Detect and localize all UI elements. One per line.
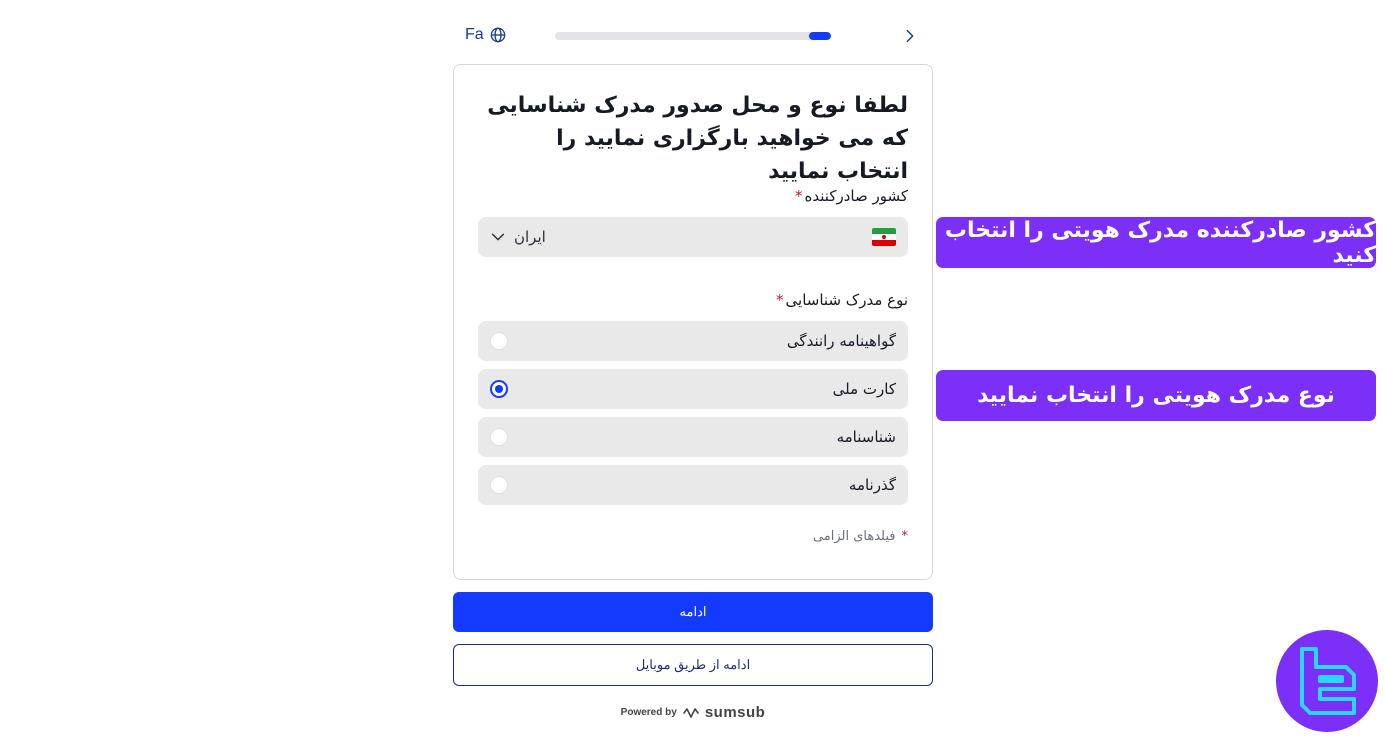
required-asterisk: * xyxy=(776,291,784,309)
page-title: لطفا نوع و محل صدور مدرک شناسایی که می خ… xyxy=(487,93,908,184)
option-label: گذرنامه xyxy=(848,476,896,494)
option-label: شناسنامه xyxy=(836,428,896,446)
sumsub-wordmark: sumsub xyxy=(704,704,766,721)
radio-button[interactable] xyxy=(490,332,508,350)
country-field-label: کشور صادرکننده* xyxy=(795,187,908,205)
sumsub-logo-icon xyxy=(683,707,699,718)
required-fields-note: * فیلدهای الزامی xyxy=(813,529,908,544)
radio-button[interactable] xyxy=(490,428,508,446)
document-selection-card: لطفا نوع و محل صدور مدرک شناسایی که می خ… xyxy=(453,64,933,580)
radio-button-selected[interactable] xyxy=(490,380,508,398)
required-asterisk: * xyxy=(901,529,909,544)
document-option-passport[interactable]: گذرنامه xyxy=(478,465,908,505)
top-bar: Fa xyxy=(453,20,933,52)
option-label: گواهینامه رانندگی xyxy=(786,332,896,350)
language-switcher[interactable]: Fa xyxy=(465,26,506,44)
required-asterisk: * xyxy=(795,187,803,205)
document-type-field-label: نوع مدرک شناسایی* xyxy=(776,291,908,309)
document-option-birth-certificate[interactable]: شناسنامه xyxy=(478,417,908,457)
continue-button[interactable]: ادامه xyxy=(453,592,933,632)
country-label-text: کشور صادرکننده xyxy=(804,187,908,205)
language-label: Fa xyxy=(465,26,484,43)
annotation-select-document-type: نوع مدرک هویتی را انتخاب نمایید xyxy=(936,370,1376,421)
required-note-text: فیلدهای الزامی xyxy=(812,529,896,544)
country-select[interactable]: ایران xyxy=(478,217,908,257)
country-select-value: ایران xyxy=(514,228,546,246)
brand-logo-icon xyxy=(1300,647,1356,715)
chevron-right-icon xyxy=(906,29,914,43)
document-option-driving-license[interactable]: گواهینامه رانندگی xyxy=(478,321,908,361)
document-option-national-id[interactable]: کارت ملی xyxy=(478,369,908,409)
annotation-select-country: کشور صادرکننده مدرک هویتی را انتخاب کنید xyxy=(936,217,1376,268)
back-button[interactable] xyxy=(899,25,921,47)
powered-by-footer: Powered by sumsub xyxy=(453,704,933,721)
powered-by-text: Powered by xyxy=(620,707,677,718)
globe-icon xyxy=(490,27,506,43)
progress-bar xyxy=(555,32,831,40)
iran-flag-icon xyxy=(872,228,896,246)
option-label: کارت ملی xyxy=(832,380,896,398)
chevron-down-icon xyxy=(491,233,505,241)
document-type-label-text: نوع مدرک شناسایی xyxy=(785,291,908,309)
progress-fill xyxy=(808,32,831,40)
radio-button[interactable] xyxy=(490,476,508,494)
brand-logo-badge xyxy=(1276,630,1378,732)
continue-on-mobile-button[interactable]: ادامه از طریق موبایل xyxy=(453,644,933,686)
